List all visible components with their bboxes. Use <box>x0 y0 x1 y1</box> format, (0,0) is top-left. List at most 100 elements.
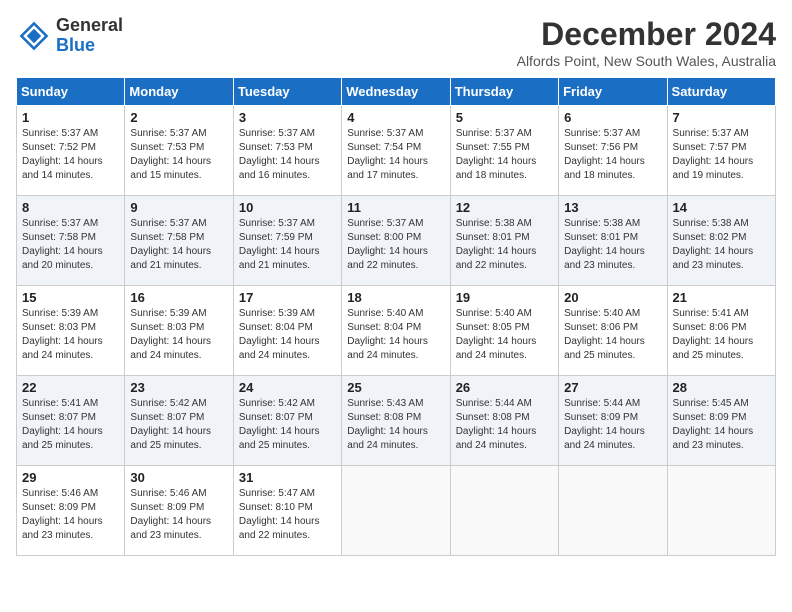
calendar-cell: 10 Sunrise: 5:37 AMSunset: 7:59 PMDayligh… <box>233 196 341 286</box>
calendar-cell: 15Sunrise: 5:39 AMSunset: 8:03 PMDayligh… <box>17 286 125 376</box>
calendar-week-4: 22 Sunrise: 5:41 AMSunset: 8:07 PMDayligh… <box>17 376 776 466</box>
day-info: Sunrise: 5:38 AMSunset: 8:01 PMDaylight:… <box>564 217 661 273</box>
calendar-cell: 2 Sunrise: 5:37 AMSunset: 7:53 PMDaylight… <box>125 106 233 196</box>
day-number: 9 <box>130 200 227 215</box>
day-number: 10 <box>239 200 336 215</box>
day-info: Sunrise: 5:40 AMSunset: 8:04 PMDaylight:… <box>347 307 444 363</box>
calendar-cell: 18 Sunrise: 5:40 AMSunset: 8:04 PMDayligh… <box>342 286 450 376</box>
day-number: 28 <box>673 380 770 395</box>
calendar-cell: 7 Sunrise: 5:37 AMSunset: 7:57 PMDaylight… <box>667 106 775 196</box>
day-info: Sunrise: 5:45 AMSunset: 8:09 PMDaylight:… <box>673 397 770 453</box>
day-number: 25 <box>347 380 444 395</box>
day-info: Sunrise: 5:46 AMSunset: 8:09 PMDaylight:… <box>130 487 227 543</box>
day-number: 22 <box>22 380 119 395</box>
day-info: Sunrise: 5:37 AMSunset: 7:53 PMDaylight:… <box>130 127 227 183</box>
day-number: 18 <box>347 290 444 305</box>
calendar-cell: 17 Sunrise: 5:39 AMSunset: 8:04 PMDayligh… <box>233 286 341 376</box>
calendar-cell: 31Sunrise: 5:47 AMSunset: 8:10 PMDayligh… <box>233 466 341 556</box>
day-number: 16 <box>130 290 227 305</box>
day-number: 19 <box>456 290 553 305</box>
day-number: 2 <box>130 110 227 125</box>
day-info: Sunrise: 5:37 AMSunset: 8:00 PMDaylight:… <box>347 217 444 273</box>
day-info: Sunrise: 5:41 AMSunset: 8:07 PMDaylight:… <box>22 397 119 453</box>
day-number: 20 <box>564 290 661 305</box>
calendar-cell: 6 Sunrise: 5:37 AMSunset: 7:56 PMDaylight… <box>559 106 667 196</box>
calendar-cell: 12Sunrise: 5:38 AMSunset: 8:01 PMDayligh… <box>450 196 558 286</box>
calendar-cell <box>559 466 667 556</box>
day-info: Sunrise: 5:44 AMSunset: 8:09 PMDaylight:… <box>564 397 661 453</box>
day-info: Sunrise: 5:37 AMSunset: 7:59 PMDaylight:… <box>239 217 336 273</box>
calendar-cell: 11 Sunrise: 5:37 AMSunset: 8:00 PMDayligh… <box>342 196 450 286</box>
calendar-table: SundayMondayTuesdayWednesdayThursdayFrid… <box>16 77 776 556</box>
day-info: Sunrise: 5:38 AMSunset: 8:02 PMDaylight:… <box>673 217 770 273</box>
calendar-week-3: 15Sunrise: 5:39 AMSunset: 8:03 PMDayligh… <box>17 286 776 376</box>
calendar-cell: 16 Sunrise: 5:39 AMSunset: 8:03 PMDayligh… <box>125 286 233 376</box>
day-info: Sunrise: 5:37 AMSunset: 7:55 PMDaylight:… <box>456 127 553 183</box>
day-info: Sunrise: 5:37 AMSunset: 7:56 PMDaylight:… <box>564 127 661 183</box>
day-number: 5 <box>456 110 553 125</box>
logo: General Blue <box>16 16 123 56</box>
day-number: 29 <box>22 470 119 485</box>
day-info: Sunrise: 5:38 AMSunset: 8:01 PMDaylight:… <box>456 217 553 273</box>
day-info: Sunrise: 5:40 AMSunset: 8:05 PMDaylight:… <box>456 307 553 363</box>
calendar-cell: 27Sunrise: 5:44 AMSunset: 8:09 PMDayligh… <box>559 376 667 466</box>
calendar-cell: 23 Sunrise: 5:42 AMSunset: 8:07 PMDayligh… <box>125 376 233 466</box>
day-info: Sunrise: 5:42 AMSunset: 8:07 PMDaylight:… <box>239 397 336 453</box>
title-block: December 2024 Alfords Point, New South W… <box>517 16 776 69</box>
calendar-cell: 24Sunrise: 5:42 AMSunset: 8:07 PMDayligh… <box>233 376 341 466</box>
logo-icon <box>16 18 52 54</box>
calendar-cell: 3 Sunrise: 5:37 AMSunset: 7:53 PMDaylight… <box>233 106 341 196</box>
day-number: 23 <box>130 380 227 395</box>
day-info: Sunrise: 5:37 AMSunset: 7:53 PMDaylight:… <box>239 127 336 183</box>
calendar-cell: 30 Sunrise: 5:46 AMSunset: 8:09 PMDayligh… <box>125 466 233 556</box>
month-year-title: December 2024 <box>517 16 776 53</box>
day-number: 17 <box>239 290 336 305</box>
day-number: 26 <box>456 380 553 395</box>
weekday-header-friday: Friday <box>559 78 667 106</box>
calendar-cell: 19 Sunrise: 5:40 AMSunset: 8:05 PMDayligh… <box>450 286 558 376</box>
weekday-header-sunday: Sunday <box>17 78 125 106</box>
day-info: Sunrise: 5:43 AMSunset: 8:08 PMDaylight:… <box>347 397 444 453</box>
day-number: 13 <box>564 200 661 215</box>
day-info: Sunrise: 5:37 AMSunset: 7:57 PMDaylight:… <box>673 127 770 183</box>
day-info: Sunrise: 5:46 AMSunset: 8:09 PMDaylight:… <box>22 487 119 543</box>
day-number: 1 <box>22 110 119 125</box>
day-info: Sunrise: 5:39 AMSunset: 8:03 PMDaylight:… <box>130 307 227 363</box>
calendar-cell: 25 Sunrise: 5:43 AMSunset: 8:08 PMDayligh… <box>342 376 450 466</box>
day-number: 6 <box>564 110 661 125</box>
calendar-week-1: 1 Sunrise: 5:37 AMSunset: 7:52 PMDaylight… <box>17 106 776 196</box>
calendar-cell <box>450 466 558 556</box>
calendar-week-5: 29 Sunrise: 5:46 AMSunset: 8:09 PMDayligh… <box>17 466 776 556</box>
calendar-cell: 21 Sunrise: 5:41 AMSunset: 8:06 PMDayligh… <box>667 286 775 376</box>
day-info: Sunrise: 5:44 AMSunset: 8:08 PMDaylight:… <box>456 397 553 453</box>
day-info: Sunrise: 5:37 AMSunset: 7:58 PMDaylight:… <box>130 217 227 273</box>
calendar-cell: 22 Sunrise: 5:41 AMSunset: 8:07 PMDayligh… <box>17 376 125 466</box>
day-info: Sunrise: 5:39 AMSunset: 8:04 PMDaylight:… <box>239 307 336 363</box>
logo-text: General Blue <box>56 16 123 56</box>
weekday-header-row: SundayMondayTuesdayWednesdayThursdayFrid… <box>17 78 776 106</box>
weekday-header-monday: Monday <box>125 78 233 106</box>
day-number: 8 <box>22 200 119 215</box>
day-info: Sunrise: 5:41 AMSunset: 8:06 PMDaylight:… <box>673 307 770 363</box>
page-header: General Blue December 2024 Alfords Point… <box>16 16 776 69</box>
day-info: Sunrise: 5:37 AMSunset: 7:58 PMDaylight:… <box>22 217 119 273</box>
day-info: Sunrise: 5:37 AMSunset: 7:52 PMDaylight:… <box>22 127 119 183</box>
calendar-cell: 4Sunrise: 5:37 AMSunset: 7:54 PMDaylight… <box>342 106 450 196</box>
calendar-cell: 8 Sunrise: 5:37 AMSunset: 7:58 PMDaylight… <box>17 196 125 286</box>
weekday-header-thursday: Thursday <box>450 78 558 106</box>
day-number: 21 <box>673 290 770 305</box>
calendar-cell: 26 Sunrise: 5:44 AMSunset: 8:08 PMDayligh… <box>450 376 558 466</box>
calendar-cell: 9 Sunrise: 5:37 AMSunset: 7:58 PMDaylight… <box>125 196 233 286</box>
day-info: Sunrise: 5:42 AMSunset: 8:07 PMDaylight:… <box>130 397 227 453</box>
calendar-cell: 29 Sunrise: 5:46 AMSunset: 8:09 PMDayligh… <box>17 466 125 556</box>
day-number: 7 <box>673 110 770 125</box>
day-number: 30 <box>130 470 227 485</box>
day-number: 11 <box>347 200 444 215</box>
calendar-cell: 28 Sunrise: 5:45 AMSunset: 8:09 PMDayligh… <box>667 376 775 466</box>
day-number: 3 <box>239 110 336 125</box>
location-subtitle: Alfords Point, New South Wales, Australi… <box>517 53 776 69</box>
calendar-cell: 1 Sunrise: 5:37 AMSunset: 7:52 PMDaylight… <box>17 106 125 196</box>
calendar-cell <box>342 466 450 556</box>
day-info: Sunrise: 5:47 AMSunset: 8:10 PMDaylight:… <box>239 487 336 543</box>
day-info: Sunrise: 5:40 AMSunset: 8:06 PMDaylight:… <box>564 307 661 363</box>
